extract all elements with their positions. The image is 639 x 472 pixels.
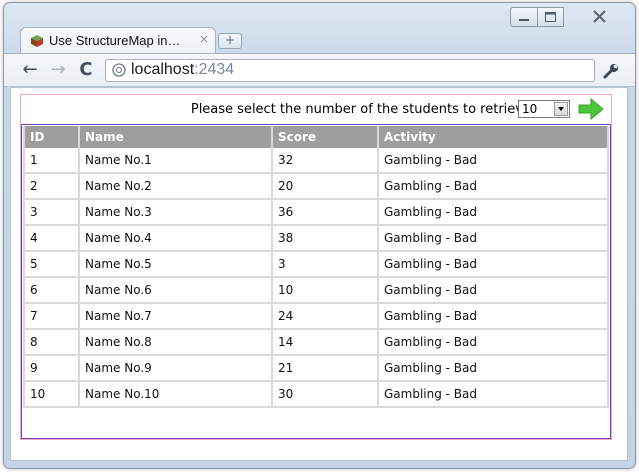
cell-id: 3: [23, 200, 80, 226]
student-count-select[interactable]: 10: [518, 100, 570, 118]
cell-id: 10: [23, 382, 80, 408]
cell-id: 4: [23, 226, 80, 252]
cell-id: 9: [23, 356, 80, 382]
tab-title: Use StructureMap in…: [49, 33, 181, 48]
cell-id: 2: [23, 174, 80, 200]
table-row: 5 Name No.5 3 Gambling - Bad: [23, 252, 609, 278]
table-row: 10 Name No.10 30 Gambling - Bad: [23, 382, 609, 408]
cell-score: 36: [273, 200, 379, 226]
cell-name: Name No.6: [80, 278, 273, 304]
column-header-id[interactable]: ID: [23, 126, 80, 148]
page-viewport: Please select the number of the students…: [10, 87, 628, 461]
cell-activity: Gambling - Bad: [379, 174, 609, 200]
tab-close-icon[interactable]: ×: [199, 32, 209, 46]
cell-name: Name No.9: [80, 356, 273, 382]
cell-name: Name No.2: [80, 174, 273, 200]
cell-name: Name No.4: [80, 226, 273, 252]
cell-activity: Gambling - Bad: [379, 382, 609, 408]
cell-id: 7: [23, 304, 80, 330]
cell-id: 6: [23, 278, 80, 304]
wrench-icon[interactable]: [602, 62, 620, 80]
cell-activity: Gambling - Bad: [379, 356, 609, 382]
maximize-icon: [545, 12, 556, 22]
back-arrow-icon[interactable]: ←: [20, 61, 40, 81]
forward-arrow-icon[interactable]: →: [48, 61, 68, 81]
browser-tab[interactable]: Use StructureMap in… ×: [20, 27, 216, 53]
cell-name: Name No.7: [80, 304, 273, 330]
cell-name: Name No.8: [80, 330, 273, 356]
cell-id: 1: [23, 148, 80, 174]
favicon-cube-icon: [31, 35, 43, 47]
cell-name: Name No.5: [80, 252, 273, 278]
cell-score: 3: [273, 252, 379, 278]
url-host: localhost: [131, 61, 195, 78]
page-info-icon: [112, 63, 126, 77]
cell-score: 30: [273, 382, 379, 408]
browser-toolbar: ← → C localhost:2434 ☆: [4, 53, 635, 87]
url-text: localhost:2434: [131, 61, 234, 79]
cell-activity: Gambling - Bad: [379, 304, 609, 330]
cell-id: 8: [23, 330, 80, 356]
column-header-name[interactable]: Name: [80, 126, 273, 148]
new-tab-button[interactable]: +: [218, 33, 242, 49]
table-row: 9 Name No.9 21 Gambling - Bad: [23, 356, 609, 382]
cell-activity: Gambling - Bad: [379, 200, 609, 226]
cell-activity: Gambling - Bad: [379, 330, 609, 356]
cell-id: 5: [23, 252, 80, 278]
minimize-icon: [519, 19, 529, 21]
maximize-button[interactable]: [537, 7, 564, 27]
table-row: 6 Name No.6 10 Gambling - Bad: [23, 278, 609, 304]
cell-name: Name No.1: [80, 148, 273, 174]
table-row: 8 Name No.8 14 Gambling - Bad: [23, 330, 609, 356]
selector-label: Please select the number of the students…: [190, 102, 531, 117]
students-table-frame: ID Name Score Activity 1 Name No.1 32 Ga…: [21, 124, 611, 439]
cell-score: 24: [273, 304, 379, 330]
go-arrow-icon[interactable]: [578, 97, 604, 121]
column-header-score[interactable]: Score: [273, 126, 379, 148]
table-row: 7 Name No.7 24 Gambling - Bad: [23, 304, 609, 330]
cell-score: 10: [273, 278, 379, 304]
url-port: :2434: [194, 61, 235, 78]
address-bar[interactable]: localhost:2434 ☆: [105, 59, 595, 82]
minimize-button[interactable]: [510, 7, 538, 27]
selector-row: Please select the number of the students…: [21, 95, 611, 125]
browser-window: Use StructureMap in… × + ← → C localhost…: [3, 2, 636, 469]
cell-activity: Gambling - Bad: [379, 148, 609, 174]
table-row: 1 Name No.1 32 Gambling - Bad: [23, 148, 609, 174]
cell-name: Name No.3: [80, 200, 273, 226]
cell-name: Name No.10: [80, 382, 273, 408]
cell-score: 38: [273, 226, 379, 252]
selected-count: 10: [522, 102, 538, 116]
cell-activity: Gambling - Bad: [379, 226, 609, 252]
table-header-row: ID Name Score Activity: [23, 126, 609, 148]
cell-score: 32: [273, 148, 379, 174]
cell-score: 21: [273, 356, 379, 382]
table-row: 3 Name No.3 36 Gambling - Bad: [23, 200, 609, 226]
chevron-down-icon[interactable]: [554, 102, 568, 116]
students-table: ID Name Score Activity 1 Name No.1 32 Ga…: [23, 126, 609, 408]
cell-activity: Gambling - Bad: [379, 252, 609, 278]
content-panel: Please select the number of the students…: [20, 94, 612, 440]
close-window-button[interactable]: [580, 7, 620, 27]
cell-score: 20: [273, 174, 379, 200]
cell-score: 14: [273, 330, 379, 356]
close-icon: [593, 10, 606, 23]
table-row: 2 Name No.2 20 Gambling - Bad: [23, 174, 609, 200]
reload-icon[interactable]: C: [76, 61, 96, 81]
table-row: 4 Name No.4 38 Gambling - Bad: [23, 226, 609, 252]
column-header-activity[interactable]: Activity: [379, 126, 609, 148]
cell-activity: Gambling - Bad: [379, 278, 609, 304]
